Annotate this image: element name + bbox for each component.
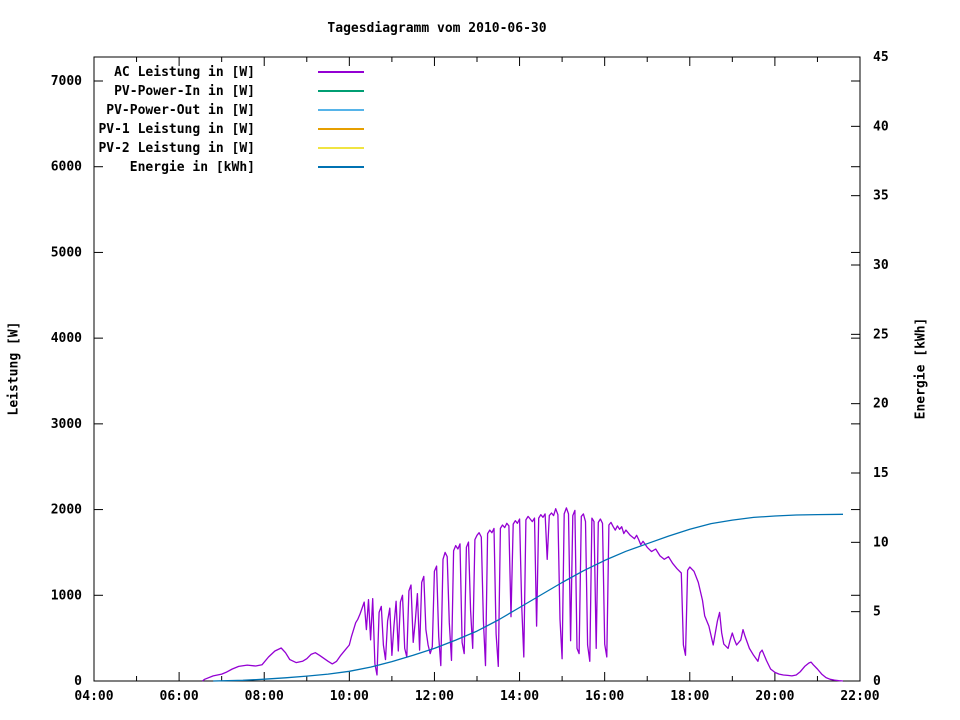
y-right-tick-label: 5 bbox=[873, 605, 881, 620]
x-tick-label: 04:00 bbox=[74, 689, 113, 704]
y-left-tick-label: 3000 bbox=[51, 417, 82, 432]
y-right-tick-label: 20 bbox=[873, 397, 889, 412]
x-tick-label: 20:00 bbox=[755, 689, 794, 704]
y-left-tick-label: 1000 bbox=[51, 588, 82, 603]
x-tick-label: 06:00 bbox=[160, 689, 199, 704]
legend-label: PV-2 Leistung in [W] bbox=[98, 141, 255, 156]
y-left-tick-label: 7000 bbox=[51, 74, 82, 89]
y-left-tick-label: 6000 bbox=[51, 160, 82, 175]
y-right-tick-label: 40 bbox=[873, 119, 889, 134]
y-right-tick-label: 30 bbox=[873, 258, 889, 273]
y-left-tick-label: 5000 bbox=[51, 245, 82, 260]
chart-canvas: Tagesdiagramm vom 2010-06-30 Leistung [W… bbox=[0, 0, 960, 720]
plot-area: 04:00 06:00 08:00 10:00 12:00 14:00 16:00 18:00… bbox=[51, 50, 889, 704]
x-tick-label: 14:00 bbox=[500, 689, 539, 704]
legend-label: PV-Power-Out in [W] bbox=[106, 103, 255, 118]
legend-label: PV-Power-In in [W] bbox=[114, 84, 255, 99]
x-tick-label: 18:00 bbox=[670, 689, 709, 704]
legend-label: AC Leistung in [W] bbox=[114, 65, 255, 80]
y-right-tick-label: 25 bbox=[873, 327, 889, 342]
y-right-tick-label: 10 bbox=[873, 535, 889, 550]
x-tick-label: 22:00 bbox=[840, 689, 879, 704]
x-tick-label: 16:00 bbox=[585, 689, 624, 704]
y-left-tick-label: 2000 bbox=[51, 503, 82, 518]
y-left-tick-label: 4000 bbox=[51, 331, 82, 346]
y-right-tick-label: 15 bbox=[873, 466, 889, 481]
series-line-energie-in-kwh bbox=[213, 513, 844, 682]
y-right-tick-label: 45 bbox=[873, 50, 889, 65]
y-right-tick-label: 0 bbox=[873, 674, 881, 689]
legend-label: PV-1 Leistung in [W] bbox=[98, 122, 255, 137]
series-line-ac-leistung-in-w bbox=[202, 507, 844, 682]
legend-label: Energie in [kWh] bbox=[130, 160, 255, 175]
y-left-tick-label: 0 bbox=[74, 674, 82, 689]
x-tick-label: 12:00 bbox=[415, 689, 454, 704]
y-right-tick-label: 35 bbox=[873, 189, 889, 204]
x-tick-label: 10:00 bbox=[330, 689, 369, 704]
x-tick-label: 08:00 bbox=[245, 689, 284, 704]
